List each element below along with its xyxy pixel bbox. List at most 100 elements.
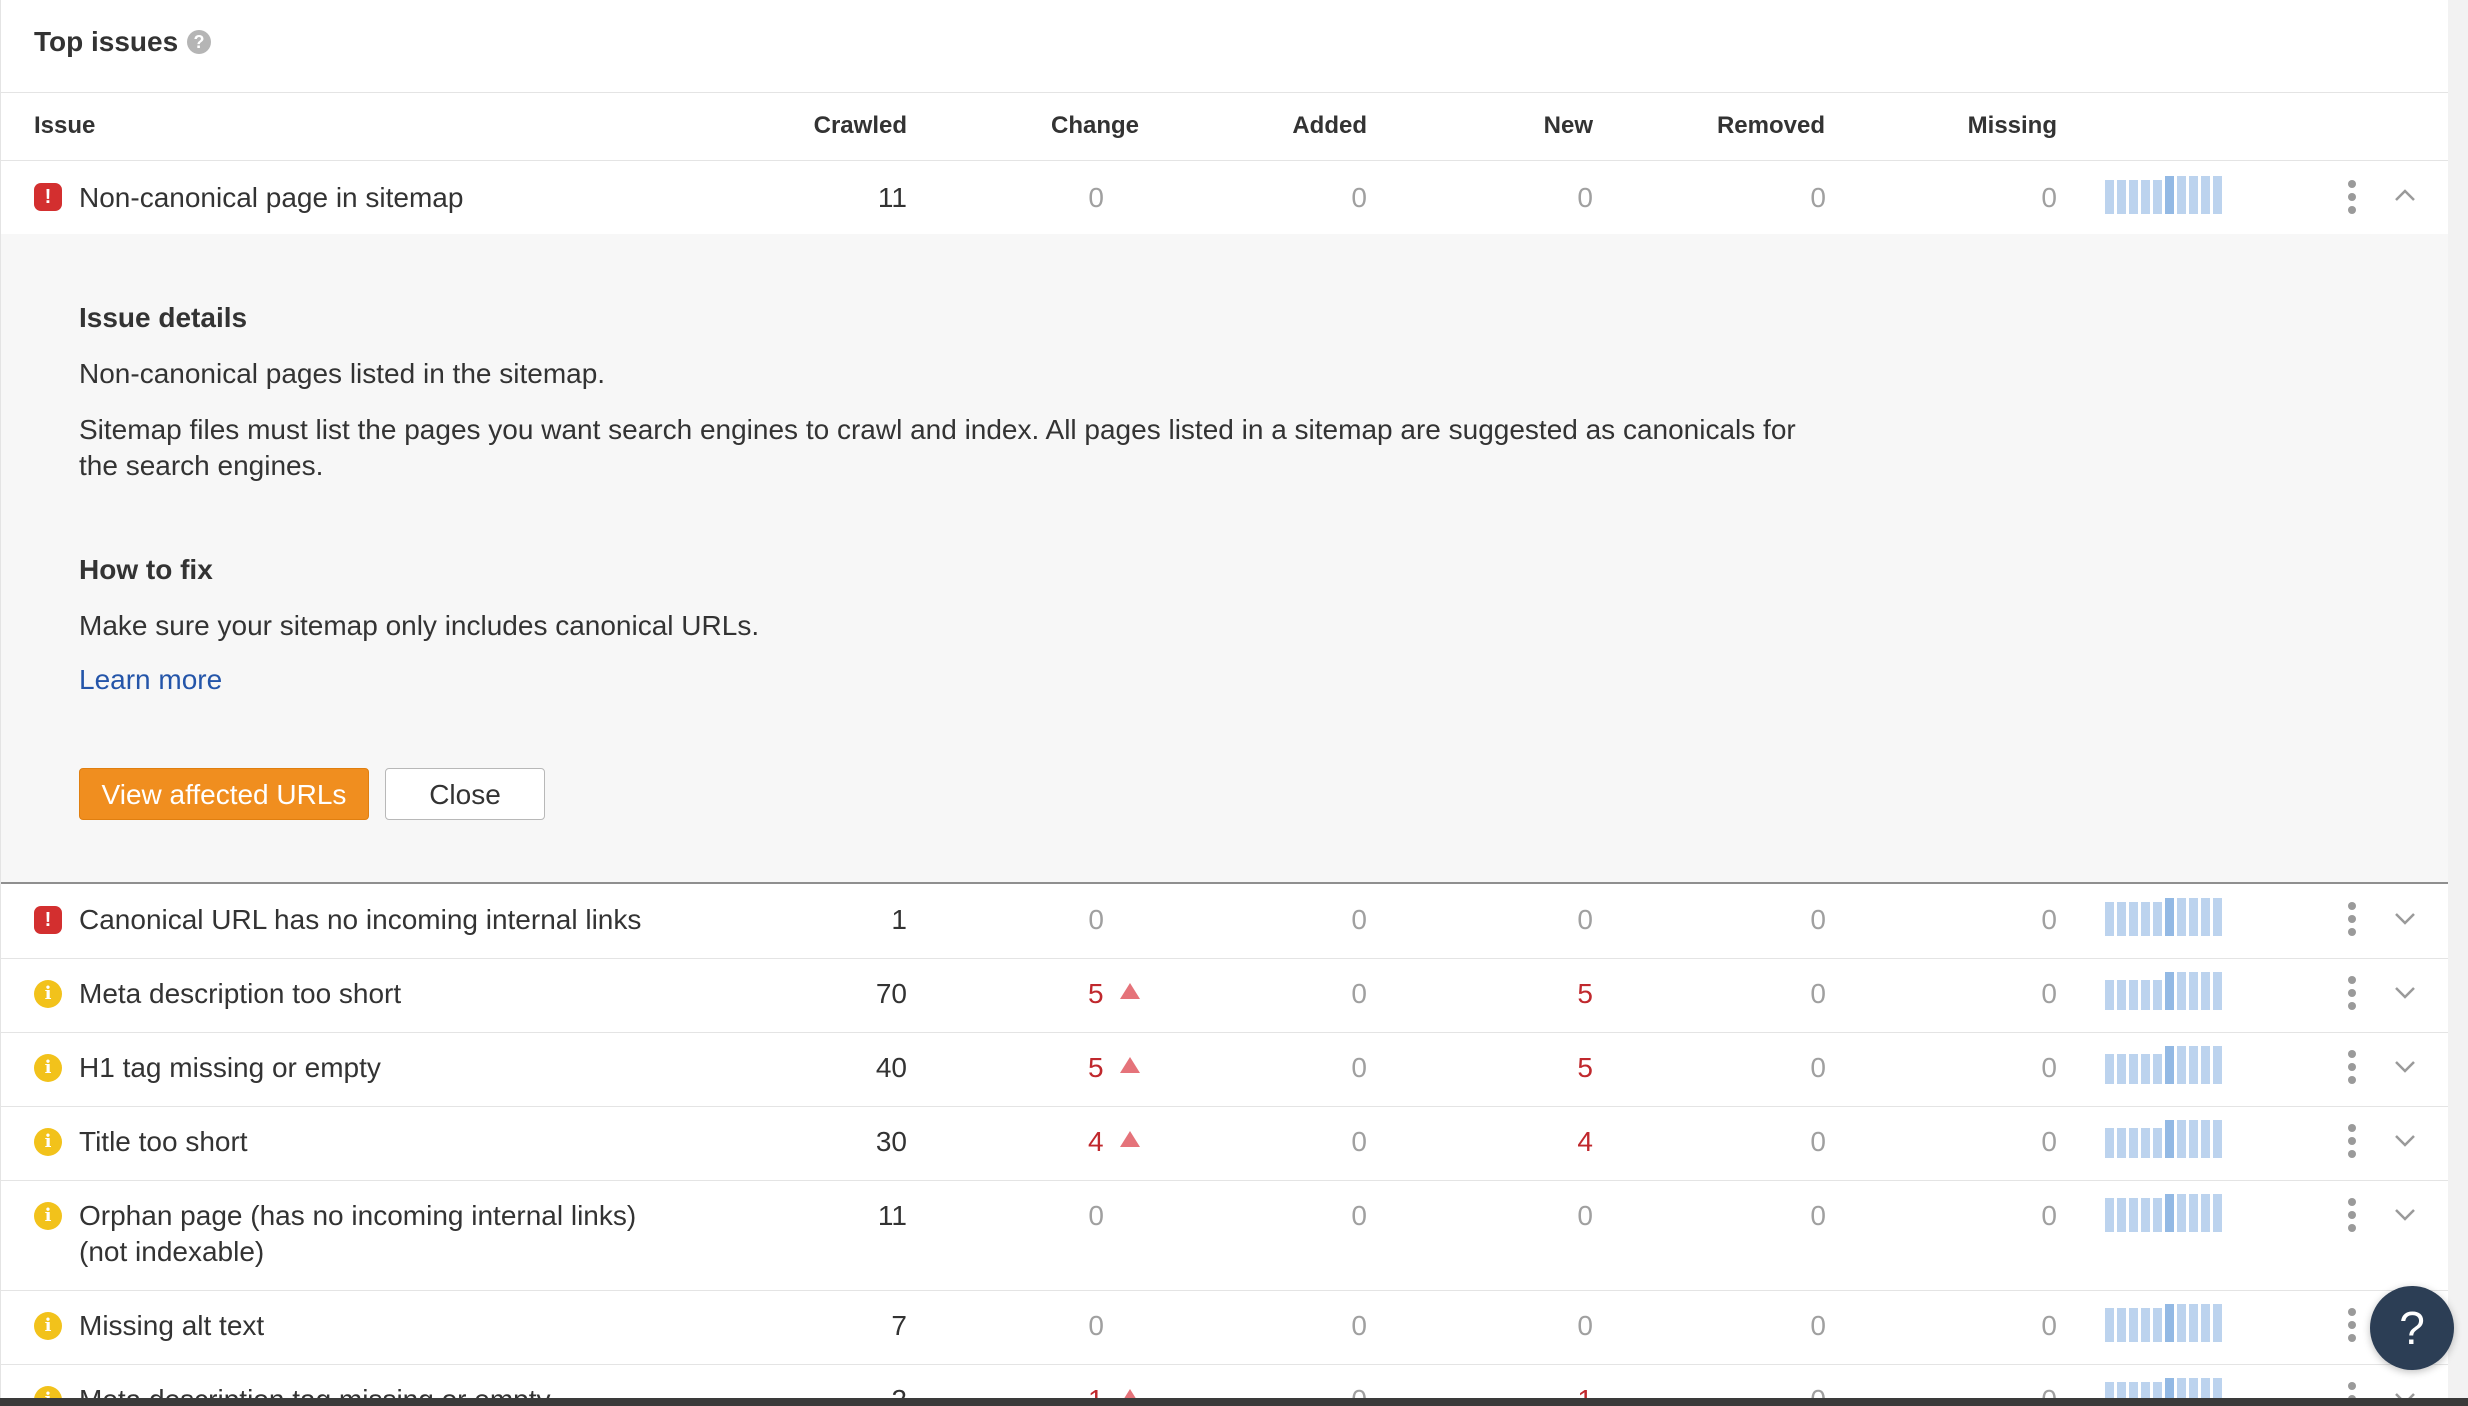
missing-value[interactable]: 0 [1937, 1308, 2057, 1344]
column-header-crawled[interactable]: Crawled [761, 112, 907, 140]
change-value: 0 [1088, 182, 1104, 213]
sparkline-bar [2177, 1304, 2186, 1342]
crawled-value[interactable]: 1 [787, 902, 907, 938]
removed-value[interactable]: 0 [1706, 902, 1826, 938]
column-header-missing[interactable]: Missing [1911, 112, 2057, 140]
crawled-value[interactable]: 11 [787, 180, 907, 216]
sparkline-bar [2141, 180, 2150, 214]
view-affected-urls-button[interactable]: View affected URLs [79, 768, 369, 820]
sparkline-bar [2153, 902, 2162, 936]
info-icon: i [34, 1312, 62, 1340]
sparkline-bar [2105, 180, 2114, 214]
added-value[interactable]: 0 [1247, 180, 1367, 216]
sparkline-bar [2117, 1054, 2126, 1084]
new-value[interactable]: 4 [1473, 1124, 1593, 1160]
help-button[interactable]: ? [2370, 1286, 2454, 1370]
sparkline-bar [2105, 902, 2114, 936]
missing-value[interactable]: 0 [1937, 180, 2057, 216]
more-options-icon[interactable] [2346, 1124, 2358, 1158]
sparkline-bar [2105, 1198, 2114, 1232]
table-row[interactable]: ! Non-canonical page in sitemap 11 0 0 0… [1, 160, 2449, 235]
more-options-icon[interactable] [2346, 1308, 2358, 1342]
table-row[interactable]: i Title too short 30 4 0 4 0 0 [1, 1106, 2449, 1181]
removed-value[interactable]: 0 [1706, 1050, 1826, 1086]
crawled-value[interactable]: 7 [787, 1308, 907, 1344]
sparkline-bar [2201, 1120, 2210, 1158]
change-value: 0 [1088, 904, 1104, 935]
table-row[interactable]: i Meta description too short 70 5 0 5 0 0 [1, 958, 2449, 1033]
added-value[interactable]: 0 [1247, 1124, 1367, 1160]
new-value[interactable]: 0 [1473, 902, 1593, 938]
how-to-fix-heading: How to fix [79, 554, 213, 585]
trend-sparkline [2105, 1046, 2223, 1084]
removed-value[interactable]: 0 [1706, 976, 1826, 1012]
column-header-removed[interactable]: Removed [1681, 112, 1825, 140]
new-value[interactable]: 0 [1473, 180, 1593, 216]
removed-value[interactable]: 0 [1706, 180, 1826, 216]
sparkline-bar [2177, 1120, 2186, 1158]
column-header-added[interactable]: Added [1221, 112, 1367, 140]
removed-value[interactable]: 0 [1706, 1198, 1826, 1234]
new-value[interactable]: 0 [1473, 1308, 1593, 1344]
sparkline-bar [2153, 180, 2162, 214]
column-header-new[interactable]: New [1451, 112, 1593, 140]
chevron-down-icon[interactable] [2393, 906, 2417, 930]
added-value[interactable]: 0 [1247, 1308, 1367, 1344]
removed-value[interactable]: 0 [1706, 1124, 1826, 1160]
added-value[interactable]: 0 [1247, 976, 1367, 1012]
table-row[interactable]: i Orphan page (has no incoming internal l… [1, 1180, 2449, 1291]
more-options-icon[interactable] [2346, 976, 2358, 1010]
chevron-down-icon[interactable] [2393, 980, 2417, 1004]
sparkline-bar [2117, 980, 2126, 1010]
trend-sparkline [2105, 972, 2223, 1010]
new-value[interactable]: 5 [1473, 1050, 1593, 1086]
column-header-change[interactable]: Change [1001, 112, 1139, 140]
sparkline-bar [2165, 1046, 2174, 1084]
increase-arrow-icon [1119, 983, 1140, 999]
close-button[interactable]: Close [385, 768, 545, 820]
added-value[interactable]: 0 [1247, 902, 1367, 938]
error-icon: ! [34, 183, 62, 211]
issue-details-panel: Issue details Non-canonical pages listed… [1, 234, 2449, 884]
missing-value[interactable]: 0 [1937, 1198, 2057, 1234]
learn-more-link[interactable]: Learn more [79, 664, 222, 696]
chevron-down-icon[interactable] [2393, 1054, 2417, 1078]
sparkline-bar [2165, 898, 2174, 936]
sparkline-bar [2117, 1308, 2126, 1342]
missing-value[interactable]: 0 [1937, 1050, 2057, 1086]
sparkline-bar [2177, 972, 2186, 1010]
column-header-issue[interactable]: Issue [34, 112, 95, 140]
table-row[interactable]: i H1 tag missing or empty 40 5 0 5 0 0 [1, 1032, 2449, 1107]
new-value[interactable]: 5 [1473, 976, 1593, 1012]
help-icon[interactable]: ? [187, 30, 211, 54]
added-value[interactable]: 0 [1247, 1198, 1367, 1234]
missing-value[interactable]: 0 [1937, 902, 2057, 938]
crawled-value[interactable]: 70 [787, 976, 907, 1012]
sparkline-bar [2141, 1054, 2150, 1084]
missing-value[interactable]: 0 [1937, 1124, 2057, 1160]
change-value: 5 [1088, 976, 1140, 1012]
table-row[interactable]: ! Canonical URL has no incoming internal … [1, 884, 2449, 959]
added-value[interactable]: 0 [1247, 1050, 1367, 1086]
crawled-value[interactable]: 30 [787, 1124, 907, 1160]
missing-value[interactable]: 0 [1937, 976, 2057, 1012]
sparkline-bar [2129, 980, 2138, 1010]
new-value[interactable]: 0 [1473, 1198, 1593, 1234]
issue-name[interactable]: Non-canonical page in sitemap [79, 180, 679, 216]
more-options-icon[interactable] [2346, 902, 2358, 936]
increase-arrow-icon [1119, 1131, 1140, 1147]
issue-name[interactable]: Orphan page (has no incoming internal li… [79, 1198, 679, 1270]
more-options-icon[interactable] [2346, 1050, 2358, 1084]
crawled-value[interactable]: 40 [787, 1050, 907, 1086]
scrollbar[interactable] [2448, 0, 2468, 1406]
more-options-icon[interactable] [2346, 180, 2358, 214]
chevron-up-icon[interactable] [2393, 184, 2417, 208]
more-options-icon[interactable] [2346, 1198, 2358, 1232]
bottom-bar [0, 1398, 2468, 1406]
crawled-value[interactable]: 11 [787, 1198, 907, 1234]
table-row[interactable]: i Missing alt text 7 0 0 0 0 0 [1, 1290, 2449, 1365]
chevron-down-icon[interactable] [2393, 1202, 2417, 1226]
trend-sparkline [2105, 176, 2223, 214]
chevron-down-icon[interactable] [2393, 1128, 2417, 1152]
removed-value[interactable]: 0 [1706, 1308, 1826, 1344]
